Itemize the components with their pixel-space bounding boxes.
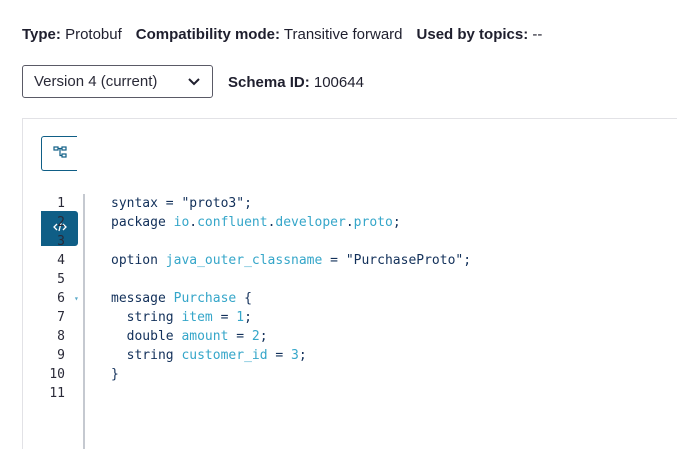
schema-id-value: 100644	[313, 74, 364, 91]
tree-view-button[interactable]	[41, 136, 77, 171]
code-token: =	[157, 196, 182, 211]
code-token: developer	[275, 215, 346, 230]
code-token: =	[267, 348, 292, 363]
type-value: Protobuf	[65, 26, 122, 43]
line-number: 3	[57, 234, 65, 249]
code-text: package io.confluent.developer.proto;	[111, 213, 401, 232]
compatibility-meta: Compatibility mode: Transitive forward	[136, 26, 403, 43]
code-token: .	[345, 215, 354, 230]
code-token: string	[111, 348, 182, 363]
view-toggle	[41, 136, 78, 246]
schema-meta-row: Type: Protobuf Compatibility mode: Trans…	[22, 26, 542, 43]
schema-id-label: Schema ID:	[228, 74, 310, 91]
code-token: confluent	[197, 215, 268, 230]
code-token: 1	[236, 310, 245, 325]
code-token: amount	[181, 329, 229, 344]
code-token: .	[189, 215, 198, 230]
code-token: 3	[291, 348, 299, 363]
line-number: 6	[57, 291, 65, 306]
topics-meta: Used by topics: --	[417, 26, 543, 43]
line-number: 5	[57, 272, 65, 287]
code-text: message Purchase {	[111, 289, 252, 308]
topics-value: --	[532, 26, 543, 43]
code-text: string customer_id = 3;	[111, 346, 307, 365]
line-number: 2	[57, 215, 65, 230]
code-token: message	[111, 291, 174, 306]
code-text: double amount = 2;	[111, 327, 268, 346]
code-token: package	[111, 215, 174, 230]
code-token: string	[111, 310, 182, 325]
code-token: }	[111, 367, 119, 382]
line-number: 10	[49, 367, 65, 382]
editor-gutter-divider	[83, 194, 85, 449]
code-token: java_outer_classname	[165, 253, 323, 268]
line-number: 4	[57, 253, 65, 268]
schema-id: Schema ID: 100644	[228, 74, 364, 91]
type-meta: Type: Protobuf	[22, 26, 122, 43]
version-select-value: Version 4 (current)	[34, 73, 158, 90]
line-number: 11	[49, 386, 65, 401]
code-token: syntax	[111, 196, 158, 211]
code-token: "PurchaseProto"	[345, 253, 464, 268]
code-token: proto	[353, 215, 393, 230]
code-token: Purchase	[173, 291, 237, 306]
code-token: =	[228, 329, 252, 344]
code-text: string item = 1;	[111, 308, 252, 327]
code-token: ;	[244, 196, 252, 211]
code-text: }	[111, 365, 119, 384]
line-number: 8	[57, 329, 65, 344]
code-token: double	[111, 329, 182, 344]
tree-view-icon	[52, 145, 67, 163]
code-token: ;	[463, 253, 472, 268]
code-token: item	[181, 310, 213, 325]
code-text: option java_outer_classname = "PurchaseP…	[111, 251, 471, 270]
code-token: 2	[251, 329, 260, 344]
code-token: ;	[244, 310, 252, 325]
line-number: 9	[57, 348, 65, 363]
type-label: Type:	[22, 26, 61, 43]
schema-editor-panel: 1 syntax = "proto3"; 2 package io.confluent…	[22, 118, 677, 449]
line-number: 7	[57, 310, 65, 325]
code-token: ;	[298, 348, 307, 363]
code-token: =	[322, 253, 346, 268]
version-select[interactable]: Version 4 (current)	[22, 65, 213, 98]
code-token: {	[236, 291, 252, 306]
code-token: "proto3"	[181, 196, 245, 211]
code-token: ;	[259, 329, 268, 344]
code-text: syntax = "proto3";	[111, 194, 252, 213]
code-token: =	[212, 310, 237, 325]
topics-label: Used by topics:	[416, 26, 529, 43]
code-token: ;	[392, 215, 401, 230]
line-number: 1	[57, 196, 65, 211]
code-token: io	[173, 215, 190, 230]
chevron-down-icon	[187, 75, 201, 89]
fold-toggle-icon[interactable]: ▾	[74, 289, 79, 308]
compatibility-value: Transitive forward	[283, 26, 403, 43]
code-token: option	[111, 253, 166, 268]
code-token: customer_id	[181, 348, 268, 363]
compatibility-label: Compatibility mode:	[135, 26, 280, 43]
